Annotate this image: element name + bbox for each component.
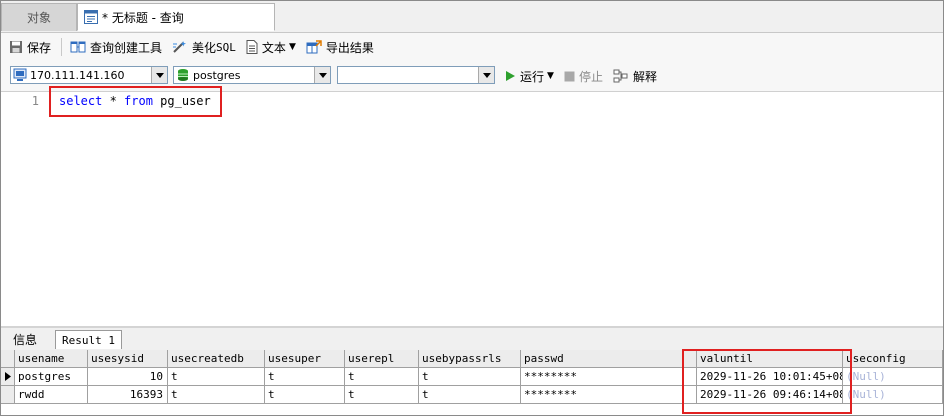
query-icon [84, 10, 98, 24]
export-icon [306, 40, 322, 54]
tab-result-1[interactable]: Result 1 [55, 330, 122, 349]
cell-usesuper[interactable]: t [265, 368, 345, 386]
tab-objects-label: 对象 [26, 11, 51, 25]
cell-userepl[interactable]: t [345, 386, 419, 404]
dropdown-arrow-icon: ▼ [288, 42, 296, 52]
export-label: 导出结果 [325, 40, 374, 55]
tab-info-label: 信息 [13, 333, 38, 347]
chevron-down-icon[interactable] [151, 67, 167, 83]
chevron-down-icon[interactable] [478, 67, 494, 83]
tab-query[interactable]: * 无标题 - 查询 [77, 3, 275, 31]
explain-label: 解释 [632, 69, 657, 84]
cell-usecreatedb[interactable]: t [168, 368, 265, 386]
explain-button[interactable]: 解释 [613, 68, 657, 85]
cell-usebypassrls[interactable]: t [419, 368, 521, 386]
database-icon [178, 69, 188, 81]
stop-button[interactable]: 停止 [564, 68, 603, 85]
dropdown-arrow-icon: ▼ [547, 71, 554, 81]
beautify-sql-button[interactable]: 美化 SQL [172, 39, 236, 56]
cell-usesysid[interactable]: 16393 [88, 386, 168, 404]
tab-strip: 对象 * 无标题 - 查询 [1, 1, 943, 33]
document-icon [246, 40, 258, 54]
line-number-gutter: 1 [1, 92, 45, 326]
tab-query-label: * 无标题 - 查询 [102, 10, 184, 25]
sql-editor[interactable]: 1 select * from pg_user [1, 86, 943, 326]
connection-value: 170.111.141.160 [30, 68, 125, 82]
query-builder-icon [70, 41, 86, 53]
column-header[interactable]: userepl [345, 350, 419, 368]
column-header[interactable]: usename [15, 350, 88, 368]
valuntil-highlight-box [682, 349, 852, 414]
cell-usesysid[interactable]: 10 [88, 368, 168, 386]
tab-info[interactable]: 信息 [7, 330, 43, 349]
toolbar-divider [61, 38, 63, 56]
column-header[interactable]: useconfig [843, 350, 943, 368]
line-number: 1 [31, 94, 39, 108]
stop-icon [564, 71, 575, 81]
cell-passwd[interactable]: ******** [521, 386, 697, 404]
cell-userepl[interactable]: t [345, 368, 419, 386]
column-header[interactable]: usesysid [88, 350, 168, 368]
result-tab-strip: 信息 Result 1 [1, 328, 943, 350]
query-builder-label: 查询创建工具 [90, 40, 163, 55]
column-header[interactable]: usecreatedb [168, 350, 265, 368]
column-header[interactable]: passwd [521, 350, 697, 368]
chevron-down-icon[interactable] [314, 67, 330, 83]
cell-useconfig[interactable]: (Null) [843, 386, 943, 404]
execution-controls: 运行 ▼ 停止 解释 [504, 67, 667, 85]
database-select[interactable]: postgres [173, 66, 331, 84]
navicat-window: 对象 * 无标题 - 查询 保存 查询创建工具 美化 SQL 文本 ▼ 导出结果… [0, 0, 944, 416]
connection-select[interactable]: 170.111.141.160 [10, 66, 168, 84]
beautify-label: 美化 [192, 40, 217, 55]
column-header[interactable]: usesuper [265, 350, 345, 368]
cell-usename[interactable]: rwdd [15, 386, 88, 404]
query-builder-button[interactable]: 查询创建工具 [70, 39, 162, 56]
cell-usename[interactable]: postgres [15, 368, 88, 386]
sql-highlight-box [49, 86, 222, 117]
schema-select[interactable] [337, 66, 495, 84]
export-result-button[interactable]: 导出结果 [306, 39, 374, 56]
cell-useconfig[interactable]: (Null) [843, 368, 943, 386]
run-label: 运行 [520, 69, 545, 84]
beautify-icon [173, 41, 187, 53]
server-icon [13, 68, 27, 81]
run-button[interactable]: 运行 ▼ [504, 68, 554, 85]
text-menu-button[interactable]: 文本 ▼ [246, 39, 296, 56]
text-label: 文本 [261, 40, 286, 55]
column-header[interactable]: usebypassrls [419, 350, 521, 368]
stop-label: 停止 [578, 69, 603, 84]
main-toolbar: 保存 查询创建工具 美化 SQL 文本 ▼ 导出结果 [1, 33, 943, 61]
database-value: postgres [193, 68, 241, 82]
cell-passwd[interactable]: ******** [521, 368, 697, 386]
cell-usesuper[interactable]: t [265, 386, 345, 404]
save-button[interactable]: 保存 [9, 39, 51, 56]
row-selector[interactable] [1, 386, 15, 404]
result-grid: usename usesysid usecreatedb usesuper us… [1, 349, 943, 415]
save-label: 保存 [27, 40, 52, 55]
tab-result-label: Result 1 [62, 333, 115, 347]
cell-usecreatedb[interactable]: t [168, 386, 265, 404]
row-selector-header [1, 350, 15, 368]
save-icon [10, 41, 22, 53]
explain-icon [613, 69, 628, 83]
beautify-sql-label: SQL [216, 40, 236, 54]
row-indicator-icon [1, 368, 15, 386]
cell-usebypassrls[interactable]: t [419, 386, 521, 404]
tab-objects[interactable]: 对象 [1, 3, 77, 31]
play-icon [506, 71, 515, 81]
